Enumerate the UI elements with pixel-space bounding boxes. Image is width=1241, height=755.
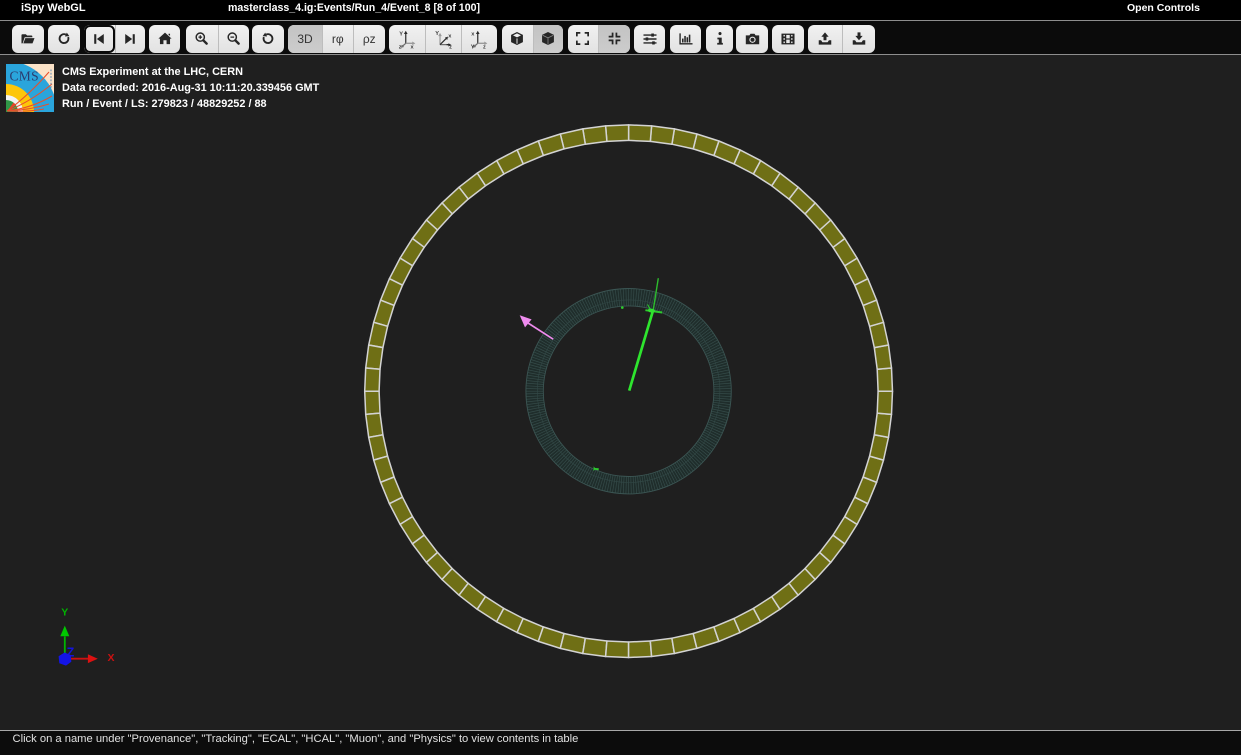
svg-text:z: z [483, 44, 486, 48]
svg-text:Y: Y [399, 31, 403, 37]
svg-text:Y: Y [435, 31, 439, 37]
svg-text:Y: Y [61, 607, 68, 619]
svg-text:x: x [410, 44, 414, 48]
svg-text:z: z [449, 44, 452, 48]
svg-text:CMS: CMS [10, 69, 39, 84]
svg-text:x: x [471, 31, 475, 37]
svg-text:X: X [107, 652, 114, 664]
svg-text:Y: Y [471, 44, 475, 48]
svg-text:z: z [398, 44, 401, 48]
svg-text:x: x [448, 33, 452, 39]
